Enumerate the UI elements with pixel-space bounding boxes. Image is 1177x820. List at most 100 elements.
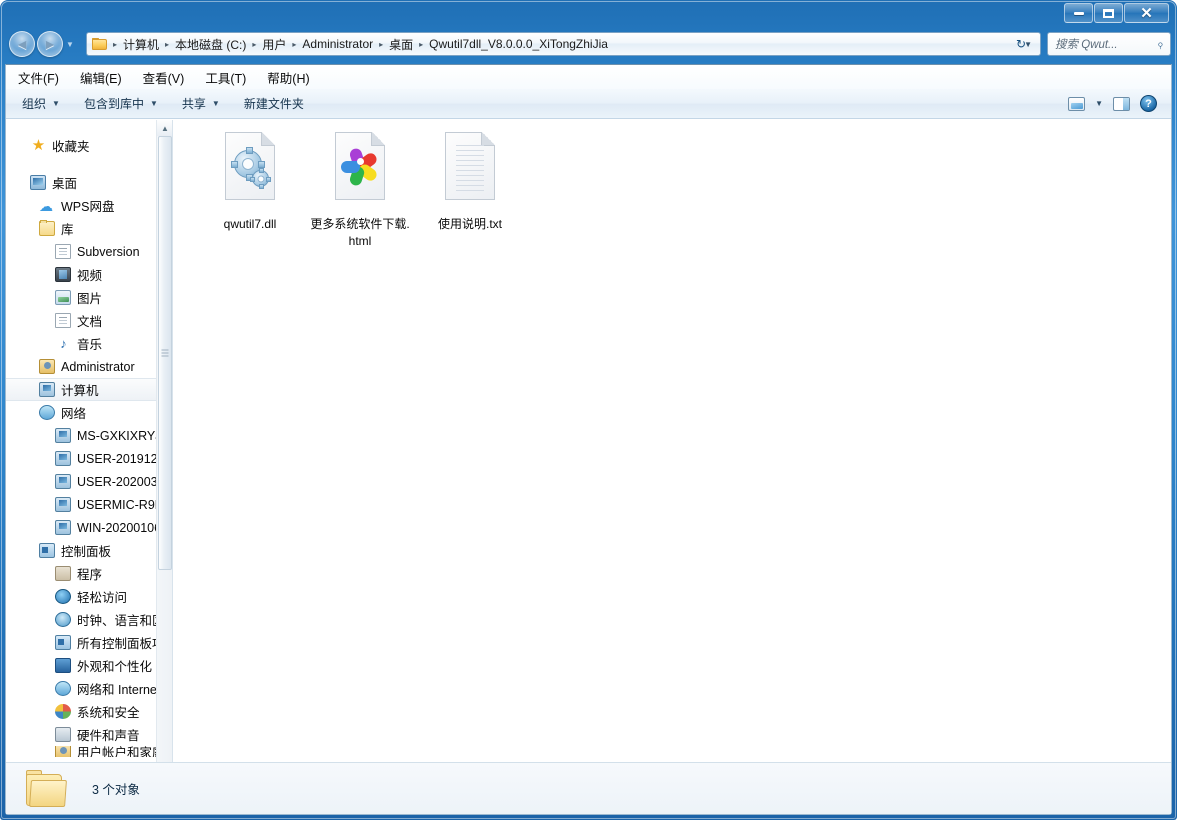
breadcrumb-separator: ▸ bbox=[292, 39, 297, 49]
share-label: 共享 bbox=[181, 97, 206, 111]
new-folder-button[interactable]: 新建文件夹 bbox=[236, 91, 312, 116]
scrollbar-grip-icon bbox=[161, 349, 169, 357]
breadcrumb-item-users[interactable]: 用户 bbox=[259, 34, 289, 55]
breadcrumb-item-administrator[interactable]: Administrator bbox=[299, 35, 376, 53]
sidebar-item-administrator[interactable]: Administrator bbox=[6, 355, 172, 378]
minimize-button[interactable] bbox=[1064, 3, 1093, 23]
menu-edit[interactable]: 编辑(E) bbox=[71, 65, 131, 90]
client-area: 文件(F) 编辑(E) 查看(V) 工具(T) 帮助(H) 组织 ▼ 包含到库中… bbox=[5, 64, 1172, 815]
network-computer-icon bbox=[55, 519, 72, 536]
sidebar-item-all-control-panel-items[interactable]: 所有控制面板项 bbox=[6, 631, 172, 654]
refresh-button[interactable]: ↻ bbox=[1009, 32, 1033, 56]
sidebar-item-clock-language-region[interactable]: 时钟、语言和区域 bbox=[6, 608, 172, 631]
sidebar-item-network-computer-2[interactable]: USER-20191220I bbox=[6, 447, 172, 470]
library-folder-icon bbox=[39, 219, 56, 237]
breadcrumb-item-desktop[interactable]: 桌面 bbox=[386, 34, 416, 55]
sidebar-item-favorites[interactable]: ★ 收藏夹 bbox=[6, 134, 172, 157]
sidebar-item-programs[interactable]: 程序 bbox=[6, 562, 172, 585]
sidebar-item-libraries[interactable]: 库 bbox=[6, 217, 172, 240]
share-button[interactable]: 共享 ▼ bbox=[174, 91, 228, 116]
chevron-down-icon: ▼ bbox=[52, 99, 60, 108]
sidebar-item-hardware-sound[interactable]: 硬件和声音 bbox=[6, 723, 172, 746]
toolbar-right-group: ▼ ? bbox=[1068, 95, 1171, 112]
sidebar-item-network-computer-5[interactable]: WIN-20200106G bbox=[6, 516, 172, 539]
sidebar-item-network-computer-1[interactable]: MS-GXKIXRYJLV bbox=[6, 424, 172, 447]
title-bar[interactable]: ✕ bbox=[0, 0, 1177, 28]
sidebar-item-control-panel[interactable]: 控制面板 bbox=[6, 539, 172, 562]
new-folder-label: 新建文件夹 bbox=[243, 97, 304, 111]
file-item-txt[interactable]: 使用说明.txt bbox=[416, 132, 524, 250]
breadcrumb-separator: ▸ bbox=[419, 39, 424, 49]
file-name-label: 使用说明.txt bbox=[437, 217, 502, 231]
file-item-html[interactable]: 更多系统软件下载.html bbox=[306, 132, 414, 250]
close-button[interactable]: ✕ bbox=[1124, 3, 1169, 23]
sidebar-item-pictures[interactable]: 图片 bbox=[6, 286, 172, 309]
sidebar-item-network-computer-3[interactable]: USER-20200320 bbox=[6, 470, 172, 493]
sidebar-item-appearance[interactable]: 外观和个性化 bbox=[6, 654, 172, 677]
preview-pane-icon[interactable] bbox=[1113, 96, 1130, 111]
clock-language-icon bbox=[55, 611, 72, 628]
chevron-down-icon: ▼ bbox=[149, 99, 158, 108]
file-list-pane[interactable]: qwutil7.dll 更多系统软件下载.html 使用说明.txt bbox=[174, 120, 1171, 814]
change-view-icon[interactable] bbox=[1068, 96, 1086, 111]
menu-tools[interactable]: 工具(T) bbox=[196, 65, 255, 90]
sidebar-item-network[interactable]: 网络 bbox=[6, 401, 172, 424]
network-computer-icon bbox=[55, 427, 72, 444]
menu-file[interactable]: 文件(F) bbox=[9, 65, 68, 90]
window-controls: ✕ bbox=[1064, 3, 1169, 23]
sidebar-item-label: 外观和个性化 bbox=[77, 660, 153, 674]
document-icon bbox=[55, 312, 72, 329]
sidebar-item-label: 桌面 bbox=[52, 177, 78, 191]
view-dropdown-caret-icon[interactable]: ▼ bbox=[1095, 99, 1103, 108]
sidebar-item-user-accounts[interactable]: 用户帐户和家庭安全 bbox=[6, 746, 172, 757]
sidebar-item-label: 文档 bbox=[77, 315, 103, 329]
navigation-pane-scrollbar[interactable]: ▲ ▼ bbox=[156, 120, 172, 814]
sidebar-item-ease-of-access[interactable]: 轻松访问 bbox=[6, 585, 172, 608]
item-count-label: 3 个对象 bbox=[92, 783, 140, 797]
sidebar-item-subversion[interactable]: Subversion bbox=[6, 240, 172, 263]
sidebar-item-label: 收藏夹 bbox=[52, 140, 90, 154]
sidebar-item-computer[interactable]: 计算机 bbox=[6, 378, 172, 401]
help-icon[interactable]: ? bbox=[1140, 95, 1157, 112]
search-box[interactable]: 搜索 Qwut... ⌕ bbox=[1047, 32, 1171, 56]
network-icon bbox=[39, 404, 56, 421]
computer-icon bbox=[39, 381, 56, 398]
breadcrumb: ▸ 计算机 ▸ 本地磁盘 (C:) ▸ 用户 ▸ Administrator ▸… bbox=[110, 34, 611, 55]
organize-button[interactable]: 组织 ▼ bbox=[14, 91, 68, 116]
sidebar-item-system-security[interactable]: 系统和安全 bbox=[6, 700, 172, 723]
sidebar-item-documents[interactable]: 文档 bbox=[6, 309, 172, 332]
refresh-icon: ↻ bbox=[1015, 37, 1027, 51]
programs-icon bbox=[55, 565, 72, 582]
search-icon: ⌕ bbox=[1152, 36, 1168, 51]
menu-view[interactable]: 查看(V) bbox=[134, 65, 194, 90]
sidebar-item-label: 程序 bbox=[77, 568, 103, 582]
dll-gear-icon bbox=[219, 132, 281, 210]
breadcrumb-separator: ▸ bbox=[379, 39, 384, 49]
scrollbar-thumb[interactable] bbox=[158, 136, 172, 570]
file-item-dll[interactable]: qwutil7.dll bbox=[196, 132, 304, 250]
sidebar-item-desktop[interactable]: 桌面 bbox=[6, 171, 172, 194]
sidebar-item-music[interactable]: ♪ 音乐 bbox=[6, 332, 172, 355]
desktop-icon bbox=[30, 174, 47, 191]
include-in-library-button[interactable]: 包含到库中 ▼ bbox=[76, 91, 166, 116]
user-accounts-icon bbox=[55, 746, 72, 757]
user-icon bbox=[39, 358, 56, 375]
sidebar-item-network-internet[interactable]: 网络和 Internet bbox=[6, 677, 172, 700]
forward-button[interactable]: ► bbox=[37, 31, 63, 57]
back-button[interactable]: ◄ bbox=[9, 31, 35, 57]
music-icon: ♪ bbox=[60, 335, 67, 351]
toolbar: 组织 ▼ 包含到库中 ▼ 共享 ▼ 新建文件夹 ▼ ? bbox=[6, 89, 1171, 119]
breadcrumb-item-computer[interactable]: 计算机 bbox=[120, 34, 162, 55]
menu-help[interactable]: 帮助(H) bbox=[258, 65, 318, 90]
address-bar[interactable]: ▸ 计算机 ▸ 本地磁盘 (C:) ▸ 用户 ▸ Administrator ▸… bbox=[86, 32, 1041, 56]
sidebar-item-videos[interactable]: 视频 bbox=[6, 263, 172, 286]
forward-icon: ► bbox=[43, 36, 57, 52]
breadcrumb-item-current-folder[interactable]: Qwutil7dll_V8.0.0.0_XiTongZhiJia bbox=[426, 35, 611, 53]
breadcrumb-item-local-disk[interactable]: 本地磁盘 (C:) bbox=[172, 34, 249, 55]
recent-pages-caret-icon[interactable]: ▼ bbox=[66, 40, 74, 49]
maximize-button[interactable] bbox=[1094, 3, 1123, 23]
sidebar-item-network-computer-4[interactable]: USERMIC-R9N2 bbox=[6, 493, 172, 516]
scroll-up-button[interactable]: ▲ bbox=[157, 120, 172, 136]
sidebar-item-wps-cloud[interactable]: ☁ WPS网盘 bbox=[6, 194, 172, 217]
hardware-sound-icon bbox=[55, 726, 72, 743]
